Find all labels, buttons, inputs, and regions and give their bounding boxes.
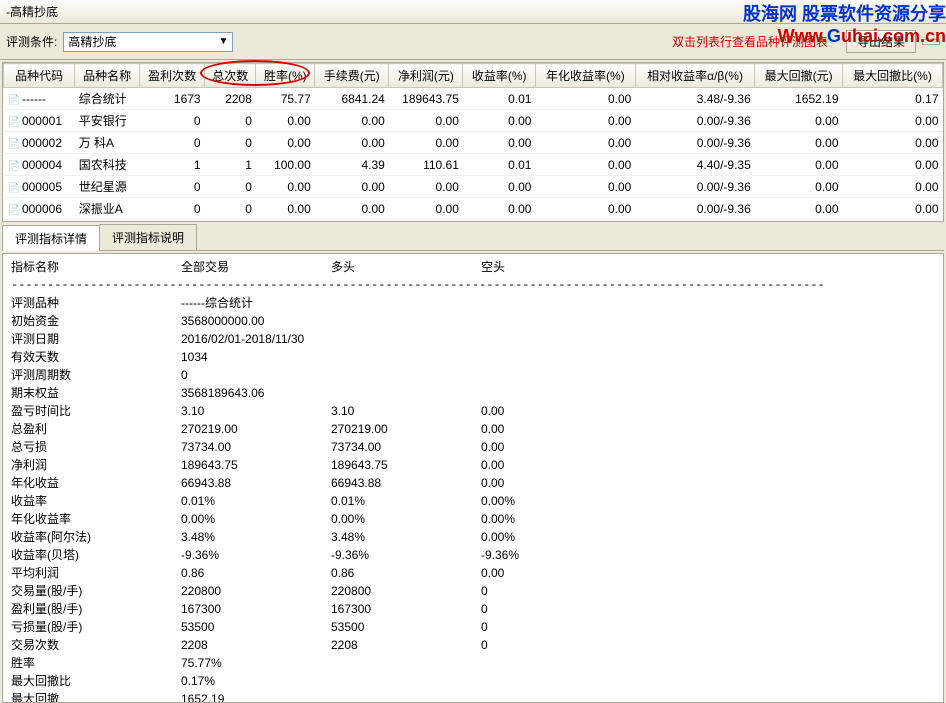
detail-row: 净利润189643.75189643.750.00 [11,456,935,474]
export-button[interactable]: 导出结果 [846,30,916,53]
detail-row: 平均利润0.860.860.00 [11,564,935,582]
toolbar: 评测条件: 高精抄底 ▼ 双击列表行查看品种评测图表 导出结果 [0,24,946,60]
cond-label: 评测条件: [6,33,57,50]
table-row[interactable]: 000006深振业A000.000.000.000.000.000.00/-9.… [4,198,943,220]
tab-detail[interactable]: 评测指标详情 [2,225,100,251]
detail-row: 年化收益率0.00%0.00%0.00% [11,510,935,528]
detail-row: 盈亏时间比3.103.100.00 [11,402,935,420]
detail-row: 有效天数1034 [11,348,935,366]
column-header[interactable]: 手续费(元) [315,64,389,88]
detail-row: 评测日期2016/02/01-2018/11/30 [11,330,935,348]
tab-bar: 评测指标详情 评测指标说明 [2,224,944,251]
table-row[interactable]: 000005世纪星源000.000.000.000.000.000.00/-9.… [4,176,943,198]
detail-row: 评测品种------综合统计 [11,294,935,312]
detail-row: 收益率0.01%0.01%0.00% [11,492,935,510]
column-header[interactable]: 最大回撤(元) [755,64,843,88]
detail-row: 交易量(股/手)2208002208000 [11,582,935,600]
results-table: 品种代码品种名称盈利次数总次数胜率(%)手续费(元)净利润(元)收益率(%)年化… [3,63,943,222]
detail-row: 最大回撤比0.17% [11,672,935,690]
table-row[interactable]: ------综合统计1673220875.776841.24189643.750… [4,88,943,110]
column-header[interactable]: 总次数 [205,64,256,88]
window-title: -高精抄底 [0,0,946,24]
column-header[interactable]: 相对收益率α/β(%) [635,64,754,88]
detail-row: 盈利量(股/手)1673001673000 [11,600,935,618]
hint-text: 双击列表行查看品种评测图表 [672,33,828,50]
detail-row: 总盈利270219.00270219.000.00 [11,420,935,438]
column-header[interactable]: 胜率(%) [256,64,315,88]
detail-panel[interactable]: 指标名称 全部交易 多头 空头 ------------------------… [2,253,944,703]
table-row[interactable]: 000002万 科A000.000.000.000.000.000.00/-9.… [4,132,943,154]
detail-header: 指标名称 全部交易 多头 空头 [11,258,935,276]
column-header[interactable]: 年化收益率(%) [535,64,635,88]
detail-row: 最大回撤1652.19 [11,690,935,703]
detail-row: 期末权益3568189643.06 [11,384,935,402]
table-row[interactable]: 000007全新好11100.002.29104.710.010.0010.60… [4,220,943,223]
table-body: ------综合统计1673220875.776841.24189643.750… [4,88,943,223]
detail-row: 年化收益66943.8866943.880.00 [11,474,935,492]
detail-row: 收益率(阿尔法)3.48%3.48%0.00% [11,528,935,546]
column-header[interactable]: 收益率(%) [463,64,536,88]
tab-desc[interactable]: 评测指标说明 [99,224,197,250]
table-row[interactable]: 000001平安银行000.000.000.000.000.000.00/-9.… [4,110,943,132]
detail-row: 胜率75.77% [11,654,935,672]
dropdown-value: 高精抄底 [68,33,116,50]
table-row[interactable]: 000004国农科技11100.004.39110.610.010.004.40… [4,154,943,176]
table-header-row[interactable]: 品种代码品种名称盈利次数总次数胜率(%)手续费(元)净利润(元)收益率(%)年化… [4,64,943,88]
detail-row: 交易次数220822080 [11,636,935,654]
detail-row: 收益率(贝塔)-9.36%-9.36%-9.36% [11,546,935,564]
column-header[interactable]: 盈利次数 [140,64,205,88]
extra-button[interactable] [922,39,940,45]
detail-row: 亏损量(股/手)53500535000 [11,618,935,636]
column-header[interactable]: 品种名称 [75,64,140,88]
detail-row: 评测周期数0 [11,366,935,384]
column-header[interactable]: 最大回撤比(%) [843,64,943,88]
separator: ----------------------------------------… [11,276,935,294]
chevron-down-icon: ▼ [218,36,228,47]
condition-dropdown[interactable]: 高精抄底 ▼ [63,32,233,52]
results-table-wrap[interactable]: 品种代码品种名称盈利次数总次数胜率(%)手续费(元)净利润(元)收益率(%)年化… [2,62,944,222]
column-header[interactable]: 净利润(元) [389,64,463,88]
detail-row: 初始资金3568000000.00 [11,312,935,330]
detail-row: 总亏损73734.0073734.000.00 [11,438,935,456]
column-header[interactable]: 品种代码 [4,64,75,88]
